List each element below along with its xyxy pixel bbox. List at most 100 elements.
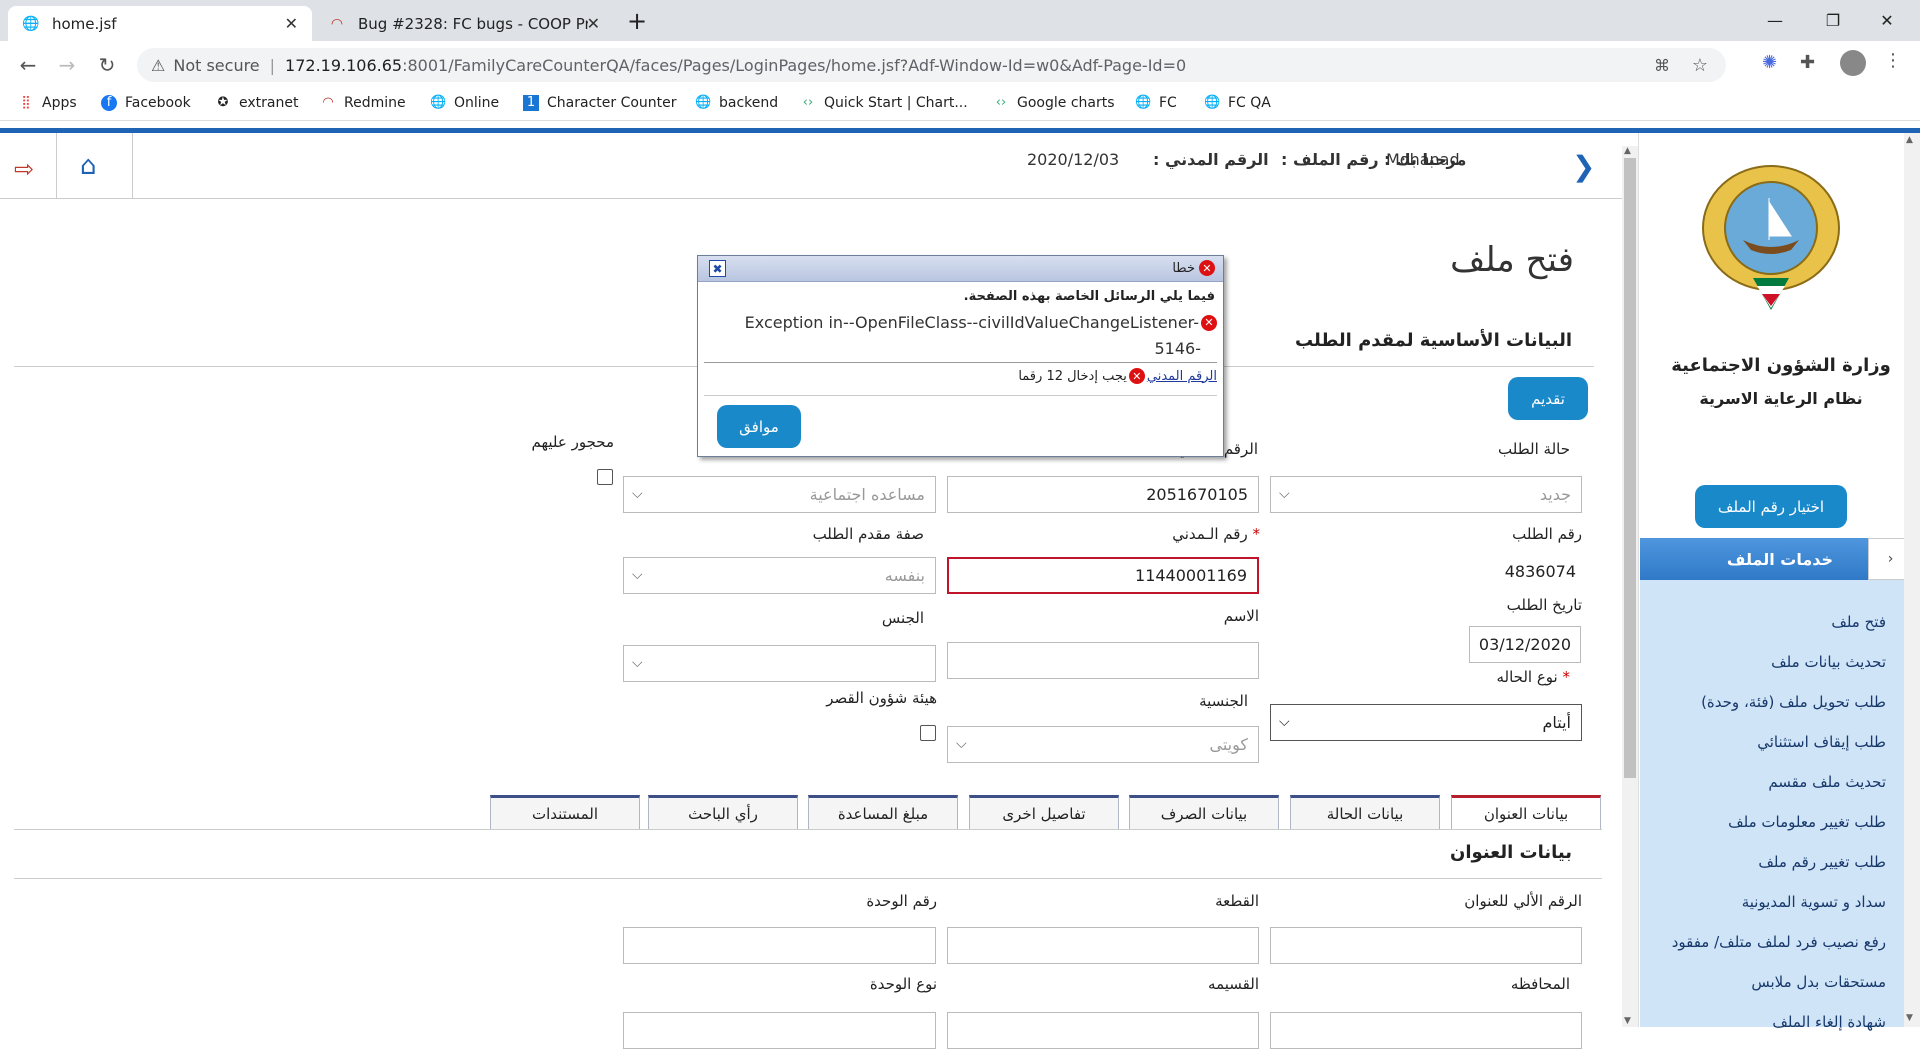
file-no-label: رقم الملف : <box>1281 150 1379 169</box>
name-field[interactable] <box>947 642 1259 679</box>
address-bar[interactable]: ⚠ Not secure | 172.19.106.65 :8001/Famil… <box>137 48 1726 82</box>
sidebar-item[interactable]: طلب تغيير رقم ملف <box>1758 853 1886 871</box>
page-title: فتح ملف <box>1450 240 1574 280</box>
sidebar-item[interactable]: مستحقات بدل ملابس <box>1751 973 1886 991</box>
tab-researcher-opinion[interactable]: رأي الباحث <box>648 795 798 829</box>
bookmark-fc-qa[interactable]: 🌐 FC QA <box>1204 95 1271 111</box>
maximize-icon[interactable]: ❐ <box>1810 4 1856 36</box>
bookmark-facebook[interactable]: f Facebook <box>101 95 191 111</box>
block-field[interactable] <box>947 927 1259 964</box>
bookmark-online[interactable]: 🌐 Online <box>430 95 499 111</box>
section-title: البيانات الأساسية لمقدم الطلب <box>1294 330 1572 351</box>
tab-address[interactable]: بيانات العنوان <box>1451 795 1601 829</box>
tab-disbursement[interactable]: بيانات الصرف <box>1129 795 1279 829</box>
bookmark-google-charts[interactable]: ‹› Google charts <box>993 95 1115 111</box>
sidebar-item[interactable]: طلب إيقاف استثنائي <box>1757 733 1886 751</box>
back-icon[interactable]: ← <box>13 50 43 80</box>
close-tab-icon[interactable]: ✕ <box>285 14 298 33</box>
chevron-down-icon: ⌵ <box>632 655 643 671</box>
error-icon: ✕ <box>1201 314 1217 331</box>
bookmark-backend[interactable]: 🌐 backend <box>695 95 778 111</box>
sidebar-item[interactable]: رفع نصيب فرد لملف متلف/ مفقود <box>1672 933 1886 951</box>
code-icon: ‹› <box>995 95 1007 110</box>
sidebar-item[interactable]: فتح ملف <box>1831 613 1886 631</box>
gender-label: الجنس <box>881 609 924 627</box>
bookmark-character-counter[interactable]: 1 Character Counter <box>523 95 677 111</box>
browser-tab-bug[interactable]: ◠ Bug #2328: FC bugs - COOP Proj ✕ <box>314 6 614 41</box>
forward-icon[interactable]: → <box>52 50 82 80</box>
unit-type-field[interactable] <box>623 1012 936 1049</box>
facebook-icon: f <box>101 95 117 111</box>
security-label: Not secure <box>173 55 260 75</box>
minimize-icon[interactable]: — <box>1752 4 1798 36</box>
bookmark-redmine[interactable]: ◠ Redmine <box>320 95 405 111</box>
dialog-title: خطا <box>1172 260 1195 276</box>
sidebar-item[interactable]: طلب تغيير معلومات ملف <box>1728 813 1886 831</box>
reload-icon[interactable]: ↻ <box>92 50 122 80</box>
address-title: بيانات العنوان <box>1450 842 1572 863</box>
tab-strip: 🌐 home.jsf ✕ ◠ Bug #2328: FC bugs - COOP… <box>0 0 1920 41</box>
dialog-close-icon[interactable]: ✖ <box>709 260 726 277</box>
tab-aid-amount[interactable]: مبلغ المساعدة <box>808 795 958 829</box>
applicant-civil-field[interactable]: 11440001169 <box>947 557 1259 594</box>
gender-select[interactable]: ⌵ <box>623 645 936 682</box>
sidebar-item[interactable]: سداد و تسوية المديونية <box>1742 893 1886 911</box>
exception-message: Exception in--OpenFileClass--civilIdValu… <box>744 313 1199 332</box>
tab-other-details[interactable]: تفاصيل اخرى <box>969 795 1119 829</box>
chevron-right-icon[interactable]: ❯ <box>1572 150 1595 183</box>
sidebar-item[interactable]: طلب تحويل ملف (فئة، وحدة) <box>1701 693 1886 711</box>
sidebar-item[interactable]: تحديث ملف مقسم <box>1768 773 1886 791</box>
extranet-icon: ✪ <box>217 95 229 110</box>
page-scrollbar[interactable]: ▲ ▼ <box>1622 146 1638 1027</box>
new-tab-button[interactable]: + <box>622 6 652 36</box>
extension-icon[interactable]: ✺ <box>1762 52 1777 73</box>
home-icon[interactable]: ⌂ <box>80 151 97 181</box>
bookmark-quick-start[interactable]: ‹› Quick Start | Chart... <box>800 95 968 111</box>
unit-no-field[interactable] <box>623 927 936 964</box>
star-icon[interactable]: ☆ <box>1692 55 1708 76</box>
sidebar: وزارة الشؤون الاجتماعية نظام الرعاية الا… <box>1638 133 1920 1031</box>
url-host: 172.19.106.65 <box>285 55 403 75</box>
avatar[interactable] <box>1840 50 1866 76</box>
ok-button[interactable]: موافق <box>717 405 801 448</box>
auto-no-field[interactable] <box>1270 927 1582 964</box>
interdicted-checkbox[interactable] <box>597 469 613 485</box>
applicant-capacity-select[interactable]: بنفسه ⌵ <box>623 557 936 594</box>
sidebar-item[interactable]: تحديث بيانات ملف <box>1771 653 1886 671</box>
browser-tab-home[interactable]: 🌐 home.jsf ✕ <box>8 6 312 41</box>
submit-button[interactable]: تقديم <box>1508 377 1588 420</box>
close-window-icon[interactable]: ✕ <box>1864 4 1910 36</box>
division-field[interactable] <box>947 1012 1259 1049</box>
logout-icon[interactable]: ⇨ <box>14 155 34 183</box>
chevron-down-icon: ⌵ <box>632 567 643 583</box>
bookmark-apps[interactable]: ⣿ Apps <box>18 95 76 111</box>
globe-icon: 🌐 <box>1135 95 1152 110</box>
governorate-label: المحافظه <box>1510 975 1570 993</box>
close-tab-icon[interactable]: ✕ <box>587 14 600 33</box>
sidebar-scrollbar[interactable]: ▲ ▼ <box>1904 133 1920 1027</box>
case-type-select[interactable]: أيتام ⌵ <box>1270 704 1582 741</box>
tab-case[interactable]: بيانات الحالة <box>1290 795 1440 829</box>
nationality-select[interactable]: كويتى ⌵ <box>947 726 1259 763</box>
system-name: نظام الرعاية الاسرية <box>1699 389 1863 408</box>
bookmark-fc[interactable]: 🌐 FC <box>1135 95 1177 111</box>
puzzle-icon[interactable]: ✚ <box>1800 52 1815 73</box>
aid-type-select[interactable]: مساعده اجتماعية ⌵ <box>623 476 936 513</box>
globe-icon: 🌐 <box>430 95 447 110</box>
globe-icon: 🌐 <box>22 15 40 32</box>
civil-id-label: الرقم المدني : <box>1153 150 1269 169</box>
civil-no-field[interactable]: 2051670105 <box>947 476 1259 513</box>
sidebar-item[interactable]: شهادة إلغاء الملف <box>1772 1013 1886 1031</box>
choose-file-button[interactable]: اختيار رقم الملف <box>1695 485 1847 528</box>
governorate-field[interactable] <box>1270 1012 1582 1049</box>
minors-checkbox[interactable] <box>920 725 936 741</box>
bookmark-extranet[interactable]: ✪ extranet <box>215 95 299 111</box>
request-date-field[interactable]: 03/12/2020 <box>1469 626 1581 663</box>
user-name: Mohanad <box>1386 150 1460 169</box>
menu-icon[interactable]: ⋮ <box>1884 50 1902 71</box>
auto-no-label: الرقم الألي للعنوان <box>1464 892 1582 910</box>
tab-documents[interactable]: المستندات <box>490 795 640 829</box>
field-error-link[interactable]: الرقم المدني <box>1147 369 1217 384</box>
request-status-select[interactable]: جديد ⌵ <box>1270 476 1582 513</box>
translate-icon[interactable]: ⌘ <box>1654 56 1670 75</box>
